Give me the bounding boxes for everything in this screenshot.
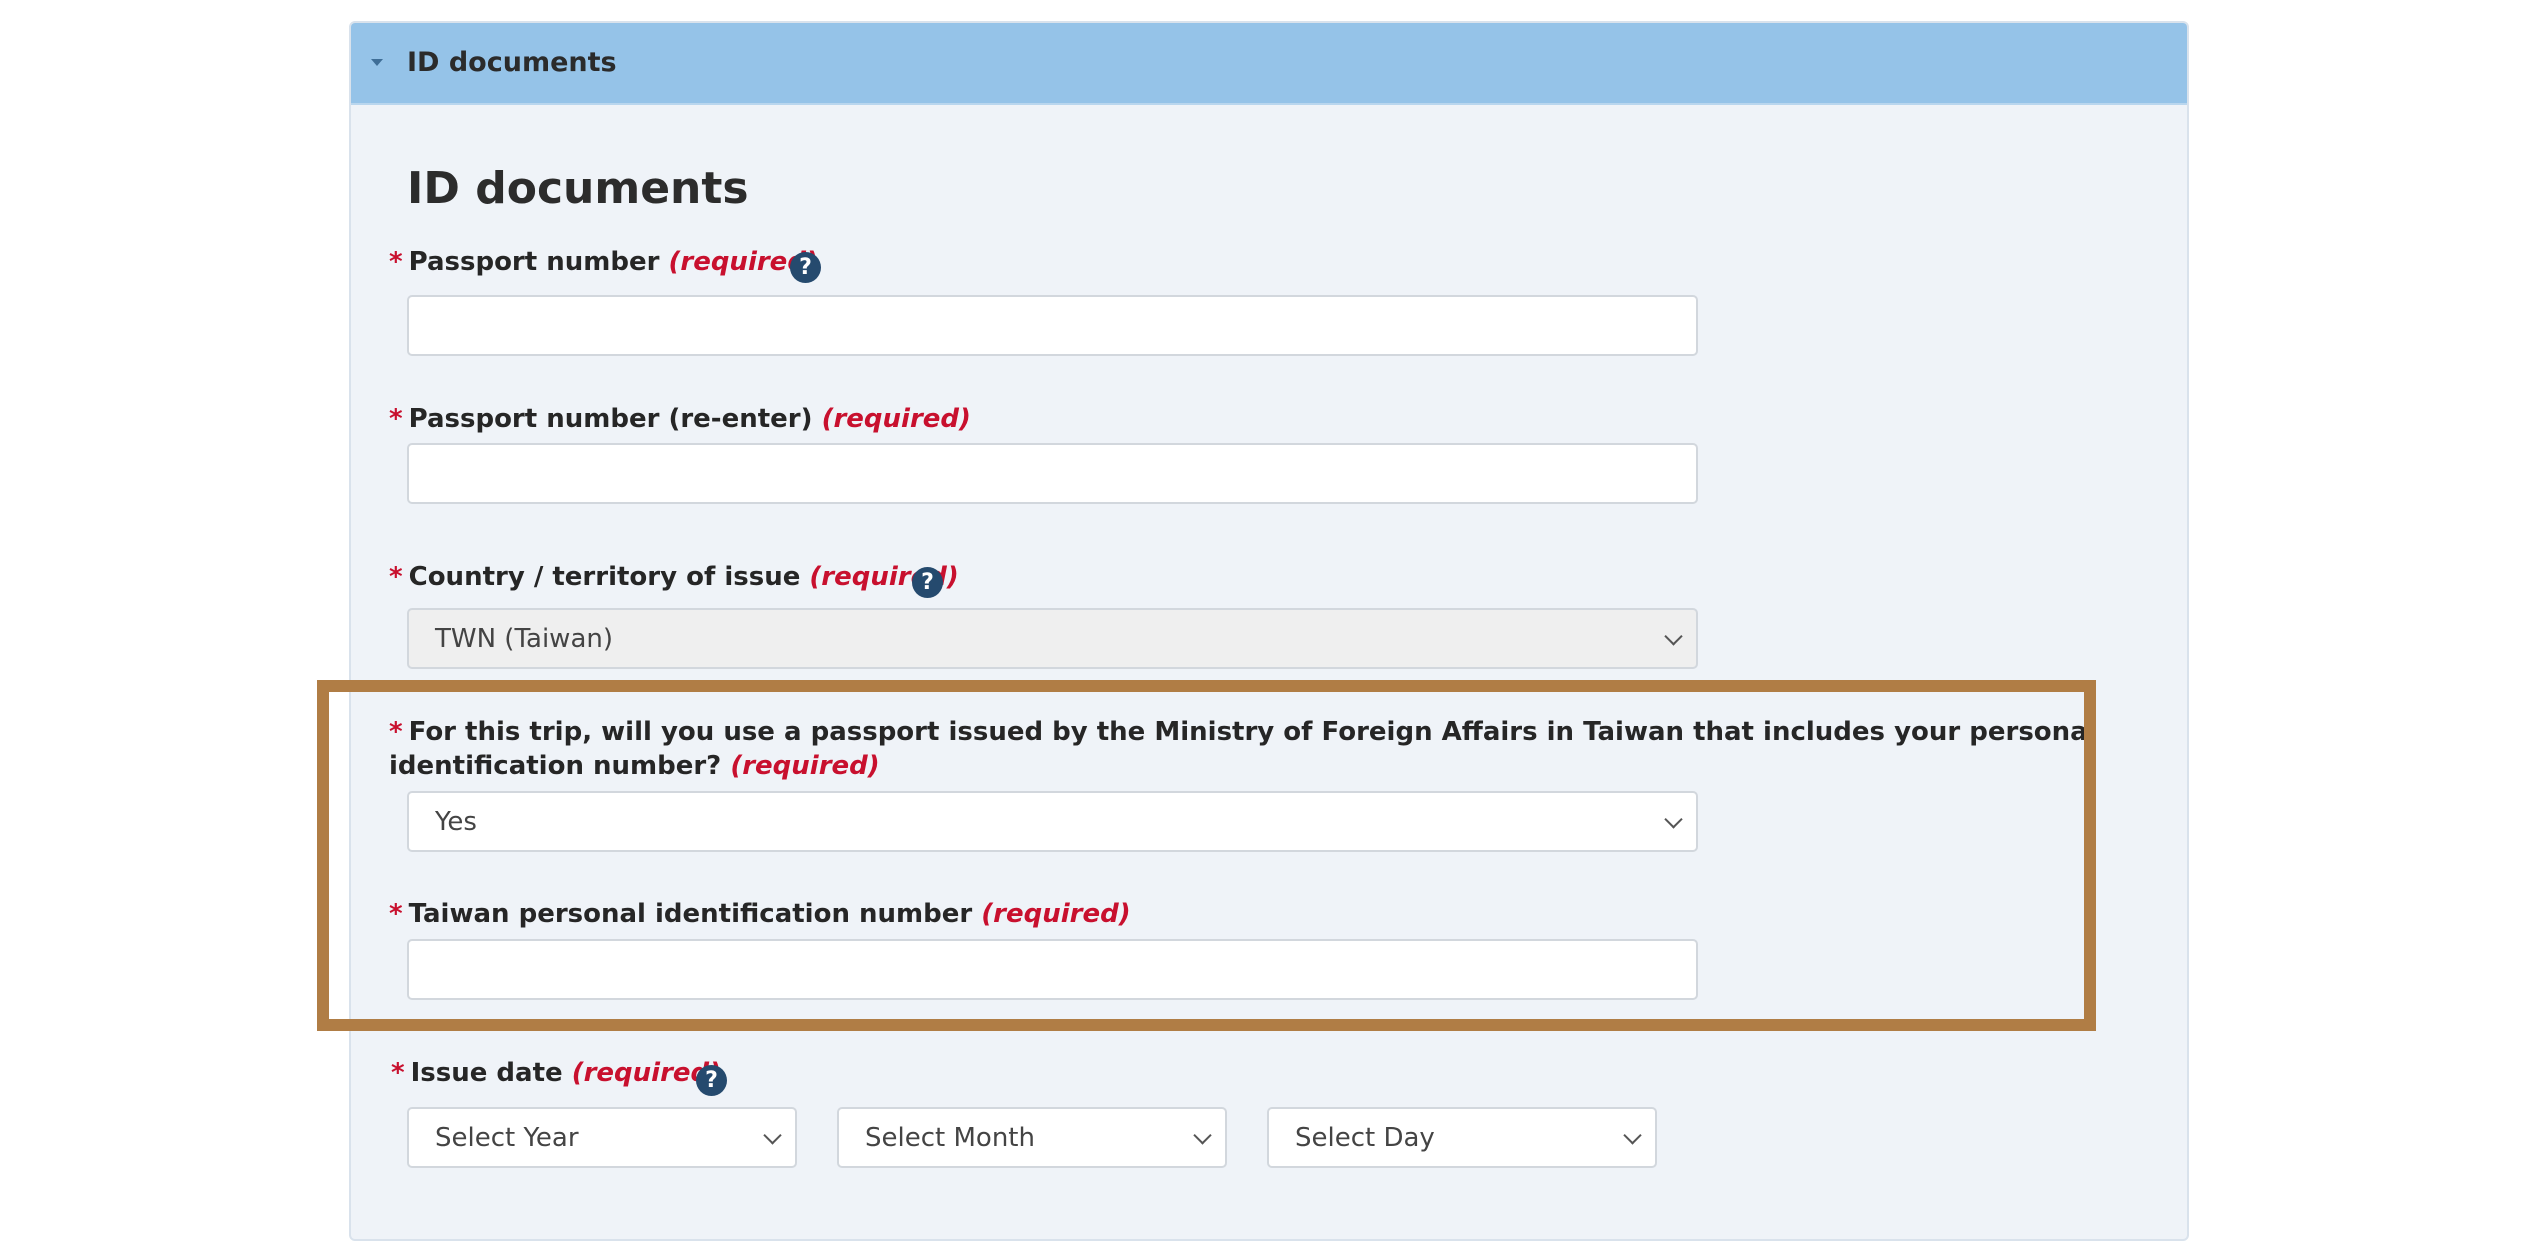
question-circle-icon[interactable]: ? bbox=[912, 567, 943, 598]
question-circle-icon[interactable]: ? bbox=[790, 252, 821, 283]
country-of-issue-selected: TWN (Taiwan) bbox=[435, 623, 614, 654]
passport-number-reenter-input[interactable] bbox=[407, 443, 1698, 504]
panel-header-title: ID documents bbox=[407, 47, 617, 78]
issue-date-month-select[interactable]: Select Month bbox=[837, 1107, 1227, 1168]
taiwan-id-number-label: * Taiwan personal identification number (… bbox=[389, 897, 1131, 931]
issue-date-day-selected: Select Day bbox=[1295, 1122, 1435, 1153]
id-documents-panel: ID documents ID documents * Passport numb… bbox=[349, 21, 2189, 1241]
issue-date-month-selected: Select Month bbox=[865, 1122, 1035, 1153]
required-star: * bbox=[389, 404, 403, 434]
chevron-down-icon bbox=[1664, 626, 1683, 646]
issue-date-label-text: Issue date bbox=[410, 1058, 563, 1088]
passport-number-reenter-label-text: Passport number (re-enter) bbox=[408, 404, 813, 434]
required-star: * bbox=[389, 717, 403, 747]
required-star: * bbox=[389, 899, 403, 929]
required-star: * bbox=[389, 247, 403, 277]
chevron-down-icon bbox=[1623, 1125, 1642, 1145]
required-star: * bbox=[391, 1058, 405, 1088]
passport-number-label-text: Passport number bbox=[408, 247, 660, 277]
required-note: (required) bbox=[730, 751, 880, 781]
passport-number-label: * Passport number (required) bbox=[389, 245, 818, 279]
taiwan-passport-question-text: For this trip, will you use a passport i… bbox=[389, 717, 2097, 781]
section-title: ID documents bbox=[407, 163, 749, 214]
chevron-down-icon bbox=[1664, 809, 1683, 829]
required-note: (required) bbox=[821, 404, 971, 434]
passport-number-reenter-label: * Passport number (re-enter) (required) bbox=[389, 402, 971, 436]
question-circle-icon[interactable]: ? bbox=[696, 1065, 727, 1096]
issue-date-label: * Issue date (required) bbox=[391, 1056, 721, 1090]
chevron-down-icon bbox=[763, 1125, 782, 1145]
taiwan-id-number-label-text: Taiwan personal identification number bbox=[408, 899, 973, 929]
taiwan-passport-question-label: * For this trip, will you use a passport … bbox=[389, 715, 2129, 783]
country-of-issue-select[interactable]: TWN (Taiwan) bbox=[407, 608, 1698, 669]
required-star: * bbox=[389, 562, 403, 592]
country-of-issue-label-text: Country / territory of issue bbox=[408, 562, 801, 592]
issue-date-year-select[interactable]: Select Year bbox=[407, 1107, 797, 1168]
issue-date-day-select[interactable]: Select Day bbox=[1267, 1107, 1657, 1168]
passport-number-input[interactable] bbox=[407, 295, 1698, 356]
issue-date-year-selected: Select Year bbox=[435, 1122, 579, 1153]
taiwan-passport-select[interactable]: Yes bbox=[407, 791, 1698, 852]
taiwan-passport-selected: Yes bbox=[435, 806, 477, 837]
caret-down-icon[interactable] bbox=[371, 59, 383, 66]
country-of-issue-label: * Country / territory of issue (required) bbox=[389, 560, 959, 594]
taiwan-id-number-input[interactable] bbox=[407, 939, 1698, 1000]
required-note: (required) bbox=[981, 899, 1131, 929]
chevron-down-icon bbox=[1193, 1125, 1212, 1145]
panel-header[interactable]: ID documents bbox=[351, 23, 2187, 105]
